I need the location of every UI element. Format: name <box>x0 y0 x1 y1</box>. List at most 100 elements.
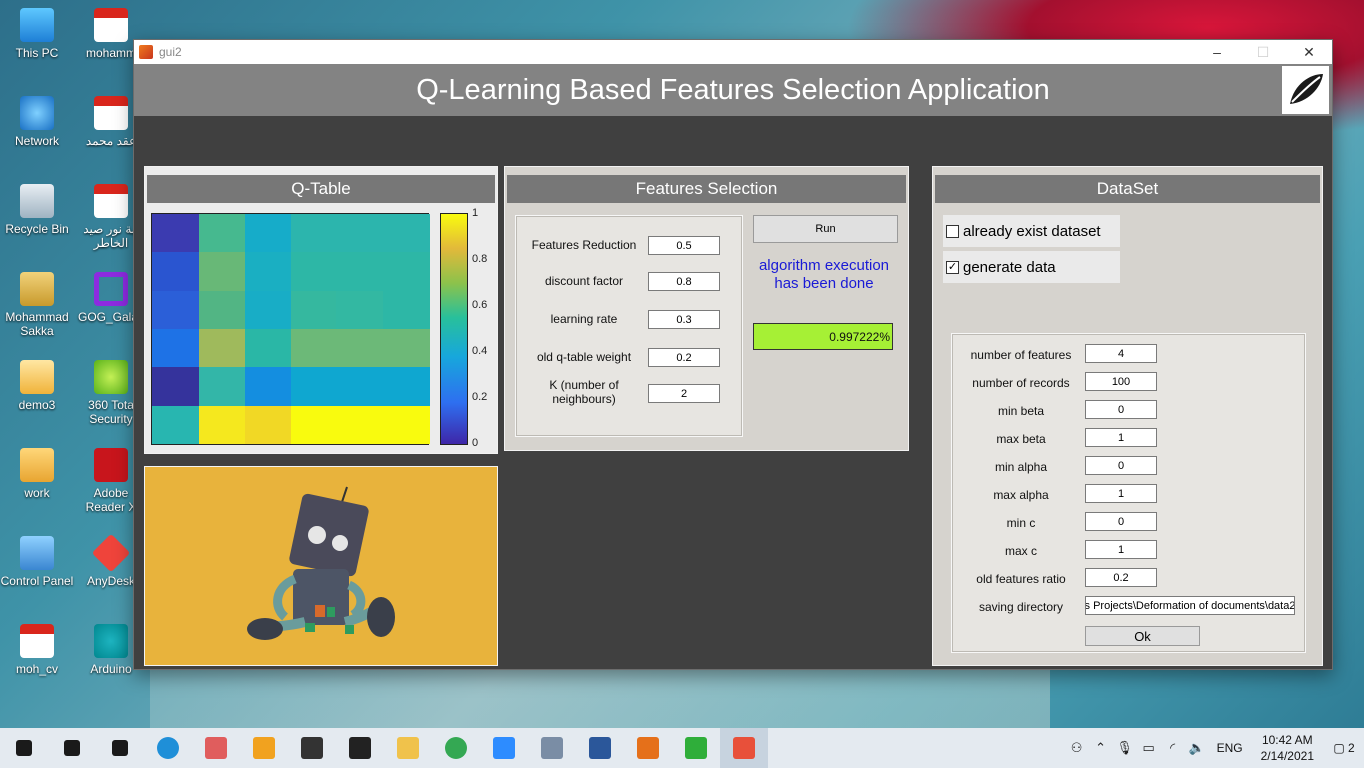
movies-taskbar-button[interactable] <box>336 728 384 768</box>
minimize-button[interactable]: – <box>1194 40 1240 64</box>
file-explorer-taskbar-button[interactable] <box>384 728 432 768</box>
qtable-cell <box>245 290 291 329</box>
qtable-cell <box>152 328 199 368</box>
param-label: Features Reduction <box>531 238 637 252</box>
desktop-icon[interactable]: Control Panel <box>0 536 74 588</box>
maximize-button[interactable]: ☐ <box>1240 40 1286 64</box>
param-input[interactable]: 0.3 <box>648 310 720 329</box>
language-indicator[interactable]: ENG <box>1217 741 1243 755</box>
recycle-bin-icon <box>20 184 54 218</box>
chrome-taskbar-button[interactable] <box>432 728 480 768</box>
dataset-title: DataSet <box>935 175 1320 203</box>
app-header: Q-Learning Based Features Selection Appl… <box>134 64 1332 116</box>
qtable-cell <box>291 252 336 291</box>
gog-icon <box>94 272 128 306</box>
search-icon <box>64 740 80 756</box>
param-input[interactable]: 0.5 <box>648 236 720 255</box>
task-view-icon <box>112 740 128 756</box>
chevron-up-icon[interactable]: ⌃ <box>1089 740 1113 756</box>
wifi-icon[interactable]: ◜ <box>1161 740 1185 756</box>
desktop-icon-label: Mohammad Sakka <box>5 310 69 338</box>
dataset-field-label: old features ratio <box>976 572 1066 586</box>
colorbar <box>440 213 468 445</box>
desktop-icon[interactable]: Mohammad Sakka <box>0 272 74 338</box>
qtable-cell <box>383 290 430 329</box>
desktop-icon-label: moh_cv <box>15 662 59 676</box>
qtable-cell <box>383 367 430 406</box>
desktop-icon[interactable]: demo3 <box>0 360 74 412</box>
dataset-field-label: min beta <box>997 404 1045 418</box>
battery-icon[interactable]: ▭ <box>1137 740 1161 756</box>
status-message: algorithm execution has been done <box>758 257 890 292</box>
colorbar-tick-label: 0.2 <box>472 391 488 403</box>
checkbox-existing-dataset[interactable]: already exist dataset <box>943 215 1120 247</box>
desktop-icon[interactable]: work <box>0 448 74 500</box>
dataset-field-input[interactable]: 1 <box>1085 484 1157 503</box>
notifications-button[interactable]: ▢ 2 <box>1324 741 1364 755</box>
title-bar: gui2 – ☐ ✕ <box>134 40 1332 64</box>
qtable-cell <box>291 328 336 368</box>
camtasia-red-taskbar-button[interactable] <box>720 728 768 768</box>
param-input[interactable]: 0.2 <box>648 348 720 367</box>
qtable-cell <box>383 328 430 368</box>
dataset-field-input[interactable]: 0.2 <box>1085 568 1157 587</box>
arduino-icon <box>94 624 128 658</box>
dataset-field-input[interactable]: 0 <box>1085 512 1157 531</box>
people-icon[interactable]: ⚇ <box>1065 740 1089 756</box>
qtable-cell <box>245 367 291 406</box>
clock[interactable]: 10:42 AM 2/14/2021 <box>1261 732 1314 764</box>
photos-taskbar-button[interactable] <box>528 728 576 768</box>
dataset-field-input[interactable]: s Projects\Deformation of documents\data… <box>1085 596 1295 615</box>
computer-icon <box>20 8 54 42</box>
checkbox-generate-data[interactable]: ✓ generate data <box>943 251 1120 283</box>
desktop-icon[interactable]: Recycle Bin <box>0 184 74 236</box>
dataset-field-input[interactable]: 1 <box>1085 428 1157 447</box>
checkbox-box[interactable] <box>946 224 959 238</box>
qtable-cell <box>199 252 245 291</box>
start-taskbar-button[interactable] <box>0 728 48 768</box>
close-button[interactable]: ✕ <box>1286 40 1332 64</box>
microphone-icon[interactable]: 🎙 <box>1113 740 1137 756</box>
checkbox-label: generate data <box>963 258 1056 276</box>
desktop-icon[interactable]: moh_cv <box>0 624 74 676</box>
dataset-field-input[interactable]: 1 <box>1085 540 1157 559</box>
progress-bar: 0.997222% <box>753 323 893 350</box>
desktop-icon[interactable]: Network <box>0 96 74 148</box>
edge-taskbar-button[interactable] <box>144 728 192 768</box>
dataset-field-input[interactable]: 0 <box>1085 456 1157 475</box>
qtable-cell <box>336 367 383 406</box>
camtasia-red-icon <box>733 737 755 759</box>
notification-icon: ▢ <box>1333 741 1345 755</box>
qtable-cell <box>152 214 199 253</box>
camtasia-green-taskbar-button[interactable] <box>672 728 720 768</box>
task-view-taskbar-button[interactable] <box>96 728 144 768</box>
zoom-taskbar-button[interactable] <box>480 728 528 768</box>
volume-icon[interactable]: 🔈 <box>1185 740 1209 756</box>
matlab-taskbar-button[interactable] <box>624 728 672 768</box>
store-taskbar-button[interactable] <box>240 728 288 768</box>
qtable-cell <box>336 328 383 368</box>
qtable-cell <box>383 252 430 291</box>
run-button[interactable]: Run <box>753 215 898 243</box>
mail-taskbar-button[interactable] <box>288 728 336 768</box>
qtable-cell <box>245 252 291 291</box>
param-input[interactable]: 0.8 <box>648 272 720 291</box>
paint-taskbar-button[interactable] <box>192 728 240 768</box>
app-window: gui2 – ☐ ✕ Q-Learning Based Features Sel… <box>133 39 1333 670</box>
desktop-icon[interactable]: This PC <box>0 8 74 60</box>
camtasia-green-icon <box>685 737 707 759</box>
dataset-field-input[interactable]: 4 <box>1085 344 1157 363</box>
param-input[interactable]: 2 <box>648 384 720 403</box>
checkbox-label: already exist dataset <box>963 222 1101 240</box>
ok-button[interactable]: Ok <box>1085 626 1200 646</box>
user-folder-icon <box>20 272 54 306</box>
search-taskbar-button[interactable] <box>48 728 96 768</box>
notification-count: 2 <box>1348 741 1355 755</box>
folder-icon <box>20 448 54 482</box>
dataset-field-input[interactable]: 100 <box>1085 372 1157 391</box>
dataset-field-input[interactable]: 0 <box>1085 400 1157 419</box>
param-label: learning rate <box>550 312 618 326</box>
checkbox-box[interactable]: ✓ <box>946 260 959 274</box>
word-taskbar-button[interactable] <box>576 728 624 768</box>
qtable-heatmap <box>151 213 430 445</box>
